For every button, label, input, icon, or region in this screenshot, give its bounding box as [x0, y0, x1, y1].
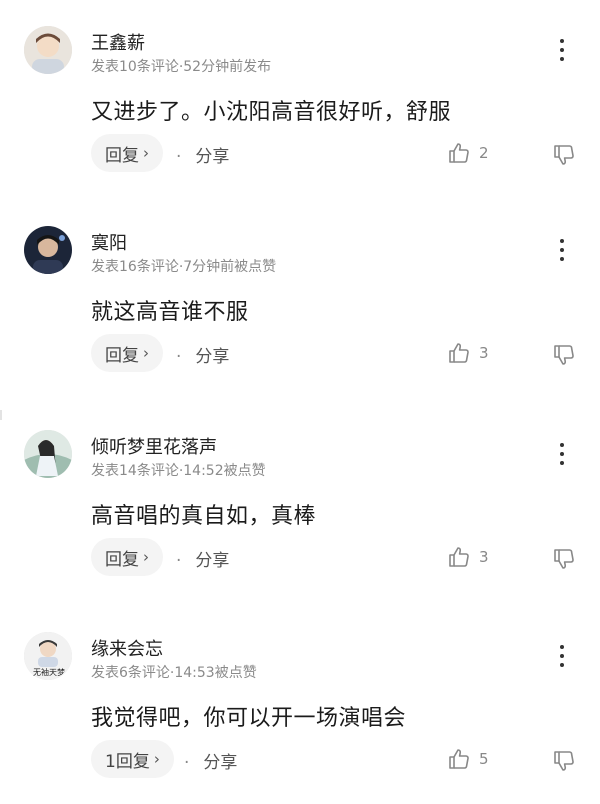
- share-button[interactable]: · 分享: [176, 142, 229, 167]
- chevron-right-icon: ›: [143, 144, 149, 162]
- reply-label: 回复: [105, 345, 139, 366]
- dislike-button[interactable]: [552, 547, 576, 575]
- more-vertical-icon[interactable]: [556, 642, 568, 669]
- username[interactable]: 缘来会忘: [91, 635, 163, 661]
- comment-text: 又进步了。小沈阳高音很好听，舒服: [91, 100, 452, 125]
- dislike-button[interactable]: [552, 749, 576, 777]
- avatar-image: [24, 26, 72, 74]
- reply-label: 1回复: [105, 751, 150, 772]
- share-label: 分享: [195, 147, 230, 167]
- separator-dot: ·: [176, 551, 182, 571]
- reply-button[interactable]: 回复 ›: [91, 334, 163, 372]
- more-vertical-icon[interactable]: [556, 236, 568, 263]
- comment-meta: 发表16条评论·7分钟前被点赞: [91, 259, 277, 275]
- comment-meta: 发表14条评论·14:52被点赞: [91, 463, 266, 479]
- like-button[interactable]: 5: [447, 747, 489, 771]
- more-vertical-icon[interactable]: [556, 440, 568, 467]
- reply-label: 回复: [105, 549, 139, 570]
- comment-text: 我觉得吧，你可以开一场演唱会: [91, 706, 407, 731]
- reply-button[interactable]: 回复 ›: [91, 538, 163, 576]
- avatar-caption: 无袖天梦: [33, 668, 65, 677]
- username[interactable]: 寞阳: [91, 229, 127, 255]
- chevron-right-icon: ›: [143, 548, 149, 566]
- separator-dot: ·: [176, 347, 182, 367]
- thumbs-up-icon: [449, 547, 469, 567]
- reply-button[interactable]: 1回复 ›: [91, 740, 174, 778]
- scroll-edge-mark: [0, 410, 2, 420]
- share-button[interactable]: · 分享: [184, 748, 237, 773]
- more-vertical-icon[interactable]: [556, 36, 568, 63]
- share-label: 分享: [203, 753, 238, 773]
- thumbs-up-icon: [449, 143, 469, 163]
- like-button[interactable]: 2: [447, 141, 489, 165]
- thumbs-down-icon: [554, 549, 574, 569]
- share-label: 分享: [195, 347, 230, 367]
- thumbs-down-icon: [554, 751, 574, 771]
- like-count: 3: [479, 344, 489, 362]
- thumbs-down-icon: [554, 145, 574, 165]
- chevron-right-icon: ›: [153, 750, 160, 768]
- like-count: 2: [479, 144, 489, 162]
- avatar-image: [24, 430, 72, 478]
- avatar[interactable]: [24, 26, 72, 74]
- separator-dot: ·: [184, 753, 190, 773]
- reply-button[interactable]: 回复 ›: [91, 134, 163, 172]
- thumbs-up-icon: [449, 343, 469, 363]
- dislike-button[interactable]: [552, 343, 576, 371]
- chevron-right-icon: ›: [143, 344, 149, 362]
- avatar[interactable]: [24, 430, 72, 478]
- comment-meta: 发表10条评论·52分钟前发布: [91, 59, 272, 75]
- thumbs-up-icon: [449, 749, 469, 769]
- like-count: 5: [479, 750, 489, 768]
- separator-dot: ·: [176, 147, 182, 167]
- reply-label: 回复: [105, 145, 139, 166]
- comment-meta: 发表6条评论·14:53被点赞: [91, 665, 257, 681]
- thumbs-down-icon: [554, 345, 574, 365]
- comment-text: 高音唱的真自如，真棒: [91, 504, 317, 529]
- dislike-button[interactable]: [552, 143, 576, 171]
- comment-text: 就这高音谁不服: [91, 300, 249, 325]
- like-count: 3: [479, 548, 489, 566]
- username[interactable]: 王鑫薪: [91, 29, 145, 55]
- share-button[interactable]: · 分享: [176, 546, 229, 571]
- avatar-image: [24, 226, 72, 274]
- share-label: 分享: [195, 551, 230, 571]
- username[interactable]: 倾听梦里花落声: [91, 433, 217, 459]
- like-button[interactable]: 3: [447, 341, 489, 365]
- avatar[interactable]: [24, 226, 72, 274]
- share-button[interactable]: · 分享: [176, 342, 229, 367]
- like-button[interactable]: 3: [447, 545, 489, 569]
